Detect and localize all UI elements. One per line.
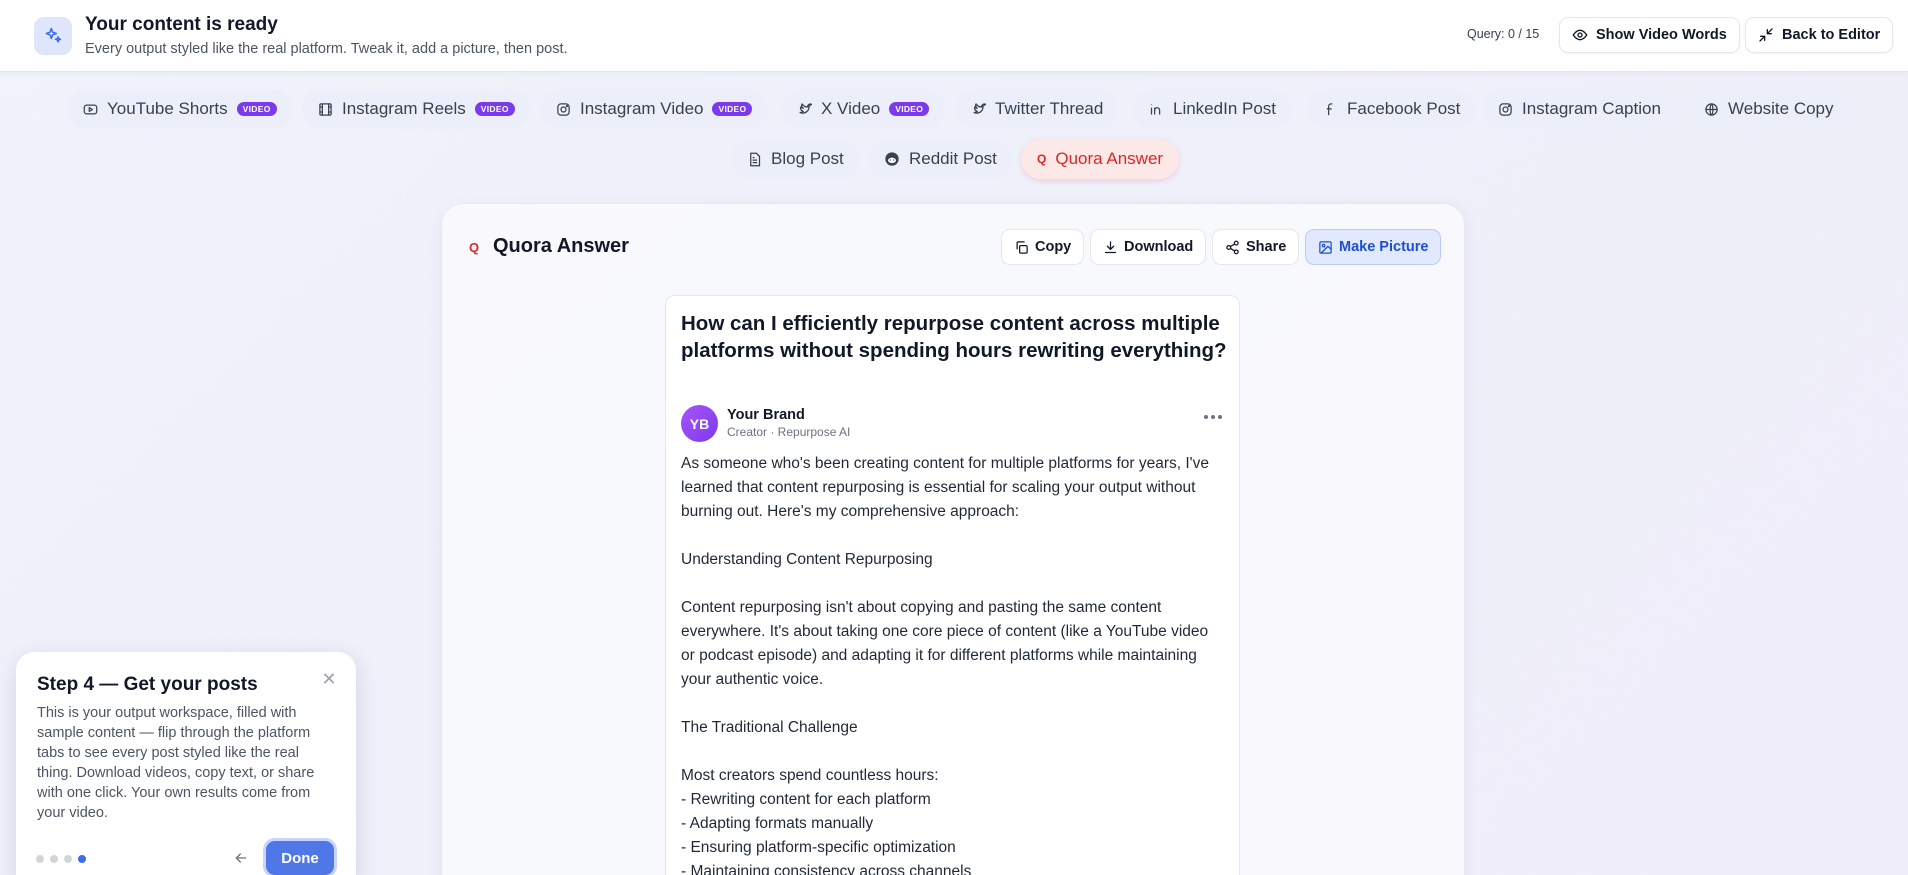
video-badge: VIDEO: [474, 102, 515, 116]
tab-linkedin-post[interactable]: LinkedIn Post: [1133, 89, 1293, 129]
show-video-words-button[interactable]: Show Video Words: [1559, 17, 1740, 53]
card-title: Quora Answer: [493, 235, 629, 257]
youtube-icon: [83, 102, 98, 117]
step-dot: [36, 855, 44, 863]
tab-label: YouTube Shorts: [107, 99, 228, 118]
instagram-icon: [556, 102, 571, 117]
post-paragraph: Most creators spend countless hours: - R…: [681, 767, 972, 875]
tab-label: Facebook Post: [1347, 99, 1461, 118]
tour-title: Step 4 — Get your posts: [37, 674, 258, 695]
download-button[interactable]: Download: [1090, 229, 1207, 265]
post-paragraph: As someone who's been creating content f…: [681, 455, 1210, 520]
more-options-icon[interactable]: [1204, 415, 1222, 419]
step-dot-active: [78, 855, 86, 863]
back-to-editor-button[interactable]: Back to Editor: [1745, 17, 1894, 53]
share-icon: [1225, 240, 1240, 255]
step-dot: [50, 855, 58, 863]
step-dot: [64, 855, 72, 863]
post-paragraph: Content repurposing isn't about copying …: [681, 599, 1209, 688]
tab-instagram-reels[interactable]: Instagram Reels VIDEO: [302, 89, 531, 129]
tab-website-copy[interactable]: Website Copy: [1688, 89, 1850, 129]
post-question: How can I efficiently repurpose content …: [681, 312, 1227, 362]
tab-facebook-post[interactable]: Facebook Post: [1307, 89, 1477, 129]
back-to-editor-label: Back to Editor: [1782, 27, 1881, 43]
share-label: Share: [1246, 239, 1287, 255]
post-heading: The Traditional Challenge: [681, 719, 858, 736]
sparkles-icon: [34, 17, 72, 55]
post-body: As someone who's been creating content f…: [681, 452, 1221, 875]
page-subtitle: Every output styled like the real platfo…: [85, 41, 568, 57]
reddit-icon: [884, 151, 900, 167]
tab-x-video[interactable]: X Video VIDEO: [781, 89, 946, 129]
copy-button[interactable]: Copy: [1001, 229, 1085, 265]
query-counter: Query: 0 / 15: [1467, 27, 1540, 41]
tab-youtube-shorts[interactable]: YouTube Shorts VIDEO: [67, 89, 293, 129]
author-subtitle: Creator · Repurpose AI: [727, 425, 851, 439]
tab-quora-answer[interactable]: Q Quora Answer: [1021, 139, 1180, 179]
done-button[interactable]: Done: [266, 841, 334, 875]
image-icon: [1318, 240, 1333, 255]
share-button[interactable]: Share: [1212, 229, 1300, 265]
tab-label: Instagram Reels: [342, 99, 466, 118]
tab-label: Website Copy: [1728, 99, 1834, 118]
instagram-icon: [1498, 102, 1513, 117]
make-picture-button[interactable]: Make Picture: [1305, 229, 1442, 265]
film-icon: [318, 102, 333, 117]
minimize-icon: [1758, 27, 1774, 43]
close-icon[interactable]: ✕: [320, 670, 338, 688]
tab-twitter-thread[interactable]: Twitter Thread: [955, 89, 1120, 129]
tab-label: X Video: [821, 99, 881, 118]
tab-label: Quora Answer: [1055, 149, 1164, 168]
page-title: Your content is ready: [85, 14, 278, 35]
tab-label: Blog Post: [771, 149, 844, 168]
tab-reddit-post[interactable]: Reddit Post: [868, 139, 1013, 179]
video-badge: VIDEO: [889, 102, 930, 116]
tab-label: Instagram Video: [580, 99, 704, 118]
tab-instagram-video[interactable]: Instagram Video VIDEO: [540, 89, 769, 129]
quora-icon: Q: [1037, 152, 1047, 166]
author-name: Your Brand: [727, 407, 805, 423]
download-icon: [1103, 240, 1118, 255]
top-bar: Your content is ready Every output style…: [0, 0, 1908, 72]
download-label: Download: [1124, 239, 1194, 255]
twitter-icon: [797, 102, 812, 117]
copy-icon: [1014, 240, 1029, 255]
tab-label: LinkedIn Post: [1173, 99, 1277, 118]
post-heading: Understanding Content Repurposing: [681, 551, 933, 568]
copy-label: Copy: [1035, 239, 1072, 255]
tab-label: Instagram Caption: [1522, 99, 1661, 118]
facebook-icon: [1323, 102, 1338, 117]
tour-step-indicator: [36, 855, 86, 863]
tab-label: Twitter Thread: [995, 99, 1104, 118]
tour-body: This is your output workspace, filled wi…: [37, 705, 315, 821]
file-icon: [747, 152, 762, 167]
eye-icon: [1572, 27, 1588, 43]
arrow-left-icon[interactable]: [233, 850, 249, 866]
avatar: YB: [681, 405, 718, 442]
tab-label: Reddit Post: [909, 149, 997, 168]
video-badge: VIDEO: [712, 102, 753, 116]
tab-blog-post[interactable]: Blog Post: [731, 139, 860, 179]
show-video-words-label: Show Video Words: [1596, 27, 1727, 43]
quora-icon: Q: [469, 240, 480, 255]
tab-instagram-caption[interactable]: Instagram Caption: [1482, 89, 1677, 129]
video-badge: VIDEO: [236, 102, 277, 116]
globe-icon: [1704, 102, 1719, 117]
linkedin-icon: [1149, 102, 1164, 117]
twitter-icon: [971, 102, 986, 117]
make-picture-label: Make Picture: [1339, 239, 1429, 255]
